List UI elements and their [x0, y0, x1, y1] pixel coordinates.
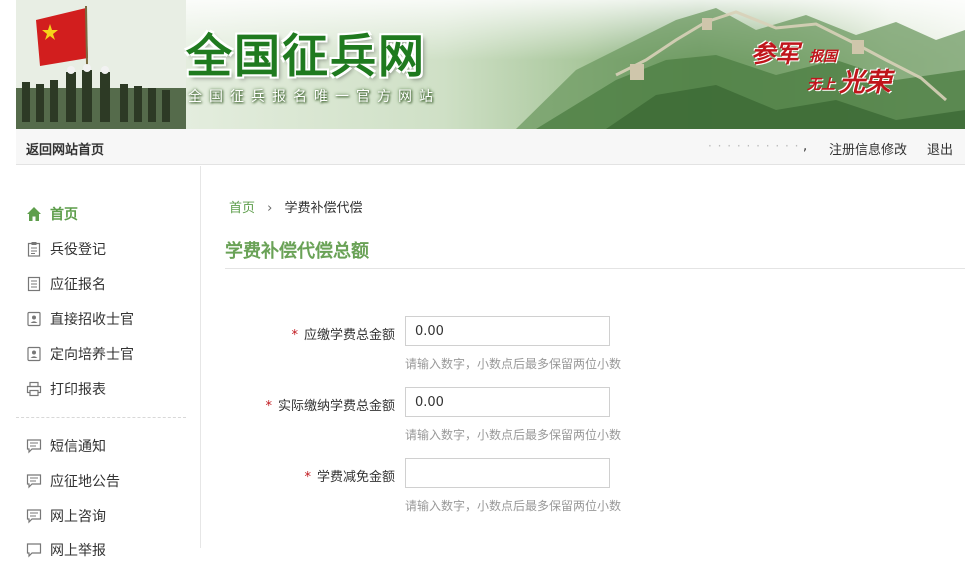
tuition-waiver-label: * 学费减免金额 — [304, 466, 395, 485]
slogan-part: 报国 — [809, 49, 837, 65]
payable-tuition-label: * 应缴学费总金额 — [291, 324, 395, 343]
tuition-waiver-input[interactable] — [405, 458, 610, 488]
document-icon — [27, 276, 41, 292]
sidebar-item-label: 兵役登记 — [50, 242, 106, 258]
sidebar-item-direct-nco[interactable]: 直接招收士官 — [26, 307, 134, 331]
required-marker: * — [265, 399, 272, 414]
field-hint: 请输入数字，小数点后最多保留两位小数 — [405, 428, 622, 442]
sidebar-item-print-report[interactable]: 打印报表 — [26, 377, 106, 401]
form-row-tuition-waiver: * 学费减免金额 请输入数字，小数点后最多保留两位小数 — [225, 458, 965, 532]
sidebar-item-label: 首页 — [50, 207, 78, 223]
field-label-text: 实际缴纳学费总金额 — [277, 399, 395, 414]
clipboard-icon — [27, 242, 41, 257]
id-card-icon — [27, 346, 41, 362]
paid-tuition-input[interactable] — [405, 387, 610, 417]
sidebar-item-online-report[interactable]: 网上举报 — [26, 538, 106, 562]
page-title: 学费补偿代偿总额 — [225, 241, 369, 262]
slogan-part: 光荣 — [839, 68, 892, 98]
site-title: 全国征兵网 — [186, 29, 426, 83]
sidebar-item-label: 直接招收士官 — [50, 312, 134, 328]
sidebar-item-label: 网上举报 — [50, 543, 106, 559]
slogan-part: 无上 — [807, 77, 835, 93]
message-icon — [26, 474, 42, 489]
form-row-payable-tuition: * 应缴学费总金额 请输入数字，小数点后最多保留两位小数 — [225, 316, 965, 390]
payable-tuition-input[interactable] — [405, 316, 610, 346]
field-label-text: 应缴学费总金额 — [303, 328, 395, 343]
separator-comma: , — [803, 139, 808, 154]
site-subtitle: 全国征兵报名唯一官方网站 — [188, 89, 440, 105]
sidebar-item-label: 应征地公告 — [50, 474, 120, 490]
edit-registration-link[interactable]: 注册信息修改 — [829, 139, 907, 158]
breadcrumb-home-link[interactable]: 首页 — [229, 201, 255, 216]
message-icon — [26, 439, 42, 454]
form-row-paid-tuition: * 实际缴纳学费总金额 请输入数字，小数点后最多保留两位小数 — [225, 387, 965, 461]
sidebar-item-label: 打印报表 — [50, 382, 106, 398]
user-name: · · · · · · · · · · — [708, 139, 800, 153]
sidebar: 首页 兵役登记 应征报名 直接招收士官 定向培养士官 打印报表 短信通知 应征地… — [16, 166, 201, 559]
chevron-right-icon: › — [267, 201, 273, 216]
sidebar-item-home[interactable]: 首页 — [26, 202, 78, 226]
field-hint: 请输入数字，小数点后最多保留两位小数 — [405, 357, 622, 371]
sidebar-item-label: 网上咨询 — [50, 509, 106, 525]
logout-link[interactable]: 退出 — [927, 139, 953, 158]
field-label-text: 学费减免金额 — [316, 470, 395, 485]
top-bar: 返回网站首页 · · · · · · · · · · , 注册信息修改 退出 — [16, 129, 965, 165]
required-marker: * — [291, 328, 298, 343]
sidebar-item-label: 短信通知 — [50, 439, 106, 455]
paid-tuition-label: * 实际缴纳学费总金额 — [265, 395, 395, 414]
home-icon — [27, 207, 41, 221]
sidebar-item-directed-nco[interactable]: 定向培养士官 — [26, 342, 134, 366]
sidebar-item-military-registration[interactable]: 兵役登记 — [26, 237, 106, 261]
back-to-home-link[interactable]: 返回网站首页 — [26, 139, 104, 158]
sidebar-item-local-announcement[interactable]: 应征地公告 — [26, 469, 120, 493]
slogan: 参军 报国 无上 光荣 — [751, 32, 901, 102]
field-hint: 请输入数字，小数点后最多保留两位小数 — [405, 499, 622, 513]
sidebar-item-enlistment[interactable]: 应征报名 — [26, 272, 106, 296]
required-marker: * — [304, 470, 311, 485]
message-icon — [26, 509, 42, 524]
printer-icon — [26, 381, 42, 397]
breadcrumb: 首页 › 学费补偿代偿 — [229, 197, 363, 216]
sidebar-item-online-consult[interactable]: 网上咨询 — [26, 504, 106, 528]
slogan-part: 参军 — [751, 39, 799, 68]
breadcrumb-current: 学费补偿代偿 — [284, 201, 363, 216]
title-divider — [225, 268, 965, 269]
message-icon — [26, 543, 42, 558]
sidebar-item-label: 定向培养士官 — [50, 347, 134, 363]
sidebar-divider — [16, 417, 186, 418]
sidebar-item-label: 应征报名 — [50, 277, 106, 293]
id-card-icon — [27, 311, 41, 327]
sidebar-item-sms-notice[interactable]: 短信通知 — [26, 434, 106, 458]
honor-guard-image — [16, 0, 186, 129]
site-banner: 全国征兵网 全国征兵报名唯一官方网站 参军 报国 无上 光荣 — [16, 0, 965, 129]
